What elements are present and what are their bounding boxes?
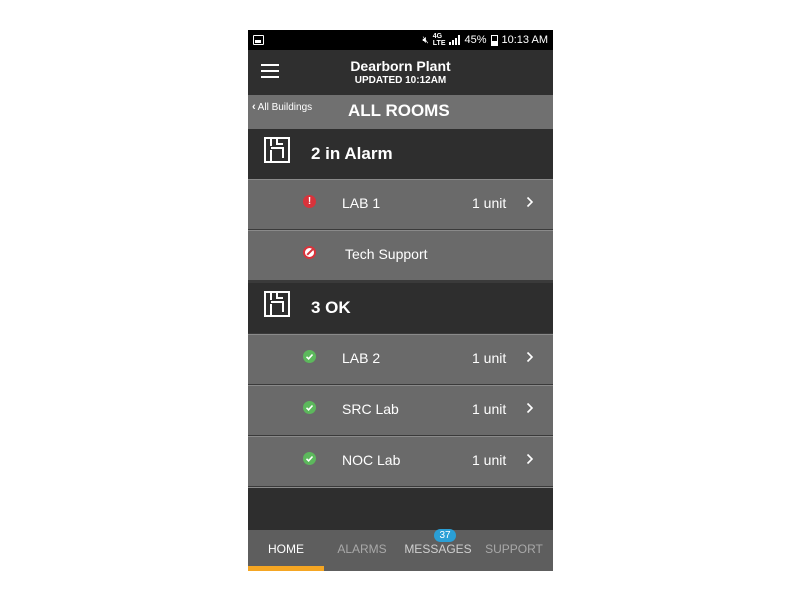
room-name: SRC Lab (342, 401, 399, 417)
floorplan-icon (264, 137, 290, 163)
tab-label: HOME (268, 542, 304, 556)
app-bar: Dearborn Plant UPDATED 10:12AM (248, 50, 553, 95)
section-title: 2 in Alarm (311, 144, 393, 163)
check-icon (303, 401, 316, 414)
bottom-tab-bar: HOME ALARMS 37 MESSAGES SUPPORT (248, 529, 553, 571)
room-name: LAB 2 (342, 350, 381, 366)
unit-count: 1 unit (472, 195, 507, 211)
active-tab-indicator (248, 566, 324, 571)
section-title: 3 OK (311, 298, 351, 317)
room-name: LAB 1 (342, 195, 381, 211)
chevron-right-icon (526, 196, 534, 208)
disabled-icon (303, 246, 316, 259)
alarm-icon (303, 195, 316, 208)
room-row-noc-lab[interactable]: NOC Lab 1 unit (248, 436, 553, 486)
mute-icon: 🔇︎ (422, 34, 429, 46)
section-header-ok: 3 OK (248, 283, 553, 333)
last-updated: UPDATED 10:12AM (354, 75, 447, 86)
chevron-right-icon (526, 351, 534, 363)
room-row-lab-1[interactable]: LAB 1 1 unit (248, 179, 553, 229)
network-indicator: 4G LTE (432, 33, 446, 47)
check-icon (303, 452, 316, 465)
chevron-right-icon (526, 453, 534, 465)
breadcrumb: ‹ All Buildings ALL ROOMS (248, 95, 553, 129)
back-to-all-buildings[interactable]: ‹ All Buildings (252, 101, 312, 113)
tab-label: MESSAGES (404, 542, 472, 556)
image-notification-icon (253, 35, 264, 45)
battery-percent: 45% (464, 34, 487, 46)
room-name: Tech Support (345, 246, 428, 262)
signal-icon (449, 35, 461, 45)
tab-messages[interactable]: 37 MESSAGES (400, 529, 476, 571)
tab-label: ALARMS (337, 542, 387, 556)
list-footer-spacer (248, 487, 553, 530)
back-label: All Buildings (257, 101, 313, 113)
unit-count: 1 unit (472, 401, 507, 417)
clock: 10:13 AM (501, 34, 548, 46)
tab-home[interactable]: HOME (248, 530, 324, 571)
room-row-tech-support[interactable]: Tech Support (248, 230, 553, 280)
messages-badge: 37 (434, 529, 456, 542)
room-name: NOC Lab (342, 452, 401, 468)
chevron-left-icon: ‹ (252, 101, 256, 113)
unit-count: 1 unit (472, 350, 507, 366)
check-icon (303, 350, 316, 363)
floorplan-icon (264, 291, 290, 317)
status-bar: 🔇︎ 4G LTE 45% 10:13 AM (248, 30, 553, 50)
phone-screen: 🔇︎ 4G LTE 45% 10:13 AM Dearborn Plant UPD… (248, 30, 553, 571)
tab-support[interactable]: SUPPORT (476, 530, 552, 571)
room-row-lab-2[interactable]: LAB 2 1 unit (248, 334, 553, 384)
status-icons: 🔇︎ 4G LTE 45% 10:13 AM (422, 33, 548, 47)
battery-icon (490, 34, 498, 46)
room-row-src-lab[interactable]: SRC Lab 1 unit (248, 385, 553, 435)
unit-count: 1 unit (472, 452, 507, 468)
tab-alarms[interactable]: ALARMS (324, 530, 400, 571)
chevron-right-icon (526, 402, 534, 414)
tab-label: SUPPORT (485, 542, 543, 556)
app-title: Dearborn Plant (350, 58, 451, 74)
page-title: ALL ROOMS (348, 101, 450, 120)
section-header-alarm: 2 in Alarm (248, 129, 553, 179)
